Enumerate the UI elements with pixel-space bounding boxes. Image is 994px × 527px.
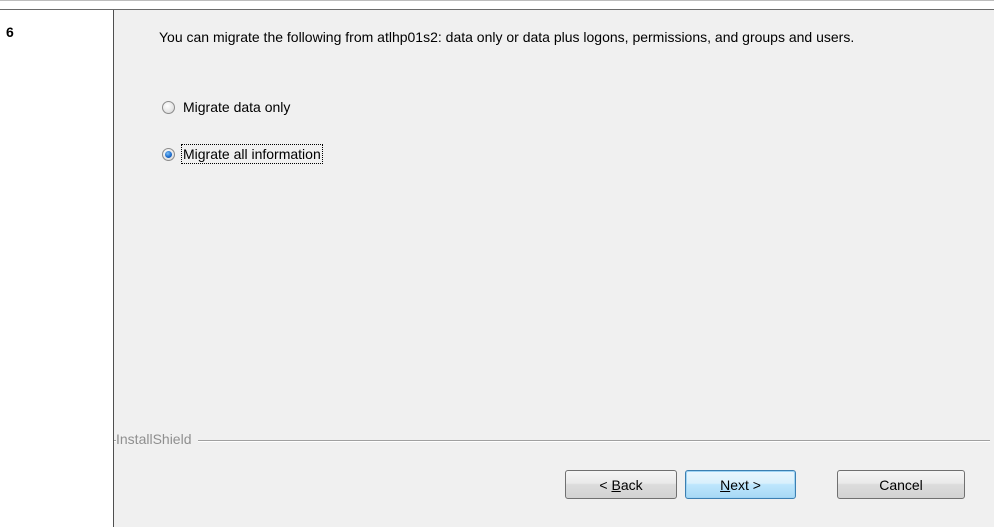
option-label-all-information[interactable]: Migrate all information: [181, 144, 323, 164]
installshield-dialog: You can migrate the following from atlhp…: [113, 10, 994, 527]
cancel-button[interactable]: Cancel: [837, 470, 965, 499]
back-button-prefix: <: [599, 476, 612, 493]
back-button[interactable]: < Back: [565, 470, 677, 499]
radio-migrate-all-information[interactable]: [162, 147, 175, 161]
radio-migrate-data-only[interactable]: [162, 100, 175, 114]
top-border: [0, 0, 994, 1]
document-page: 6 You can migrate the following from atl…: [0, 0, 994, 527]
option-migrate-all-information[interactable]: Migrate all information: [162, 144, 323, 164]
migration-message: You can migrate the following from atlhp…: [159, 29, 855, 45]
next-button[interactable]: Next >: [685, 470, 796, 499]
separator-line: [114, 440, 990, 442]
back-button-mnemonic: B: [611, 476, 621, 493]
option-label-data-only[interactable]: Migrate data only: [182, 98, 291, 116]
next-button-mnemonic: N: [720, 476, 731, 493]
next-button-rest: ext >: [730, 476, 761, 493]
step-number: 6: [6, 24, 14, 40]
brand-separator: InstallShield: [114, 431, 994, 447]
cancel-button-label: Cancel: [879, 476, 923, 493]
installshield-label: InstallShield: [116, 431, 198, 447]
back-button-rest: ack: [620, 476, 643, 493]
option-migrate-data-only[interactable]: Migrate data only: [162, 97, 291, 117]
